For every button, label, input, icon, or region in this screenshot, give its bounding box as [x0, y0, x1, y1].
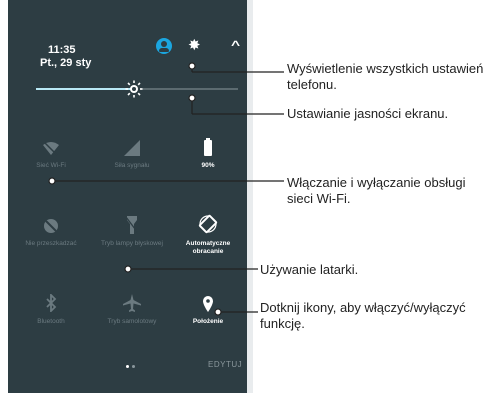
callout-flashlight: Używanie latarki.: [260, 262, 359, 277]
callout-settings: Wyświetlenie wszystkich ustawień telefon…: [287, 61, 484, 92]
callout-wifi: Włączanie i wyłączanie obsługi sieci Wi-…: [287, 175, 466, 206]
callout-tiles: Dotknij ikony, aby włączyć/wyłączyć funk…: [260, 300, 466, 331]
callout-brightness: Ustawianie jasności ekranu.: [287, 106, 449, 121]
